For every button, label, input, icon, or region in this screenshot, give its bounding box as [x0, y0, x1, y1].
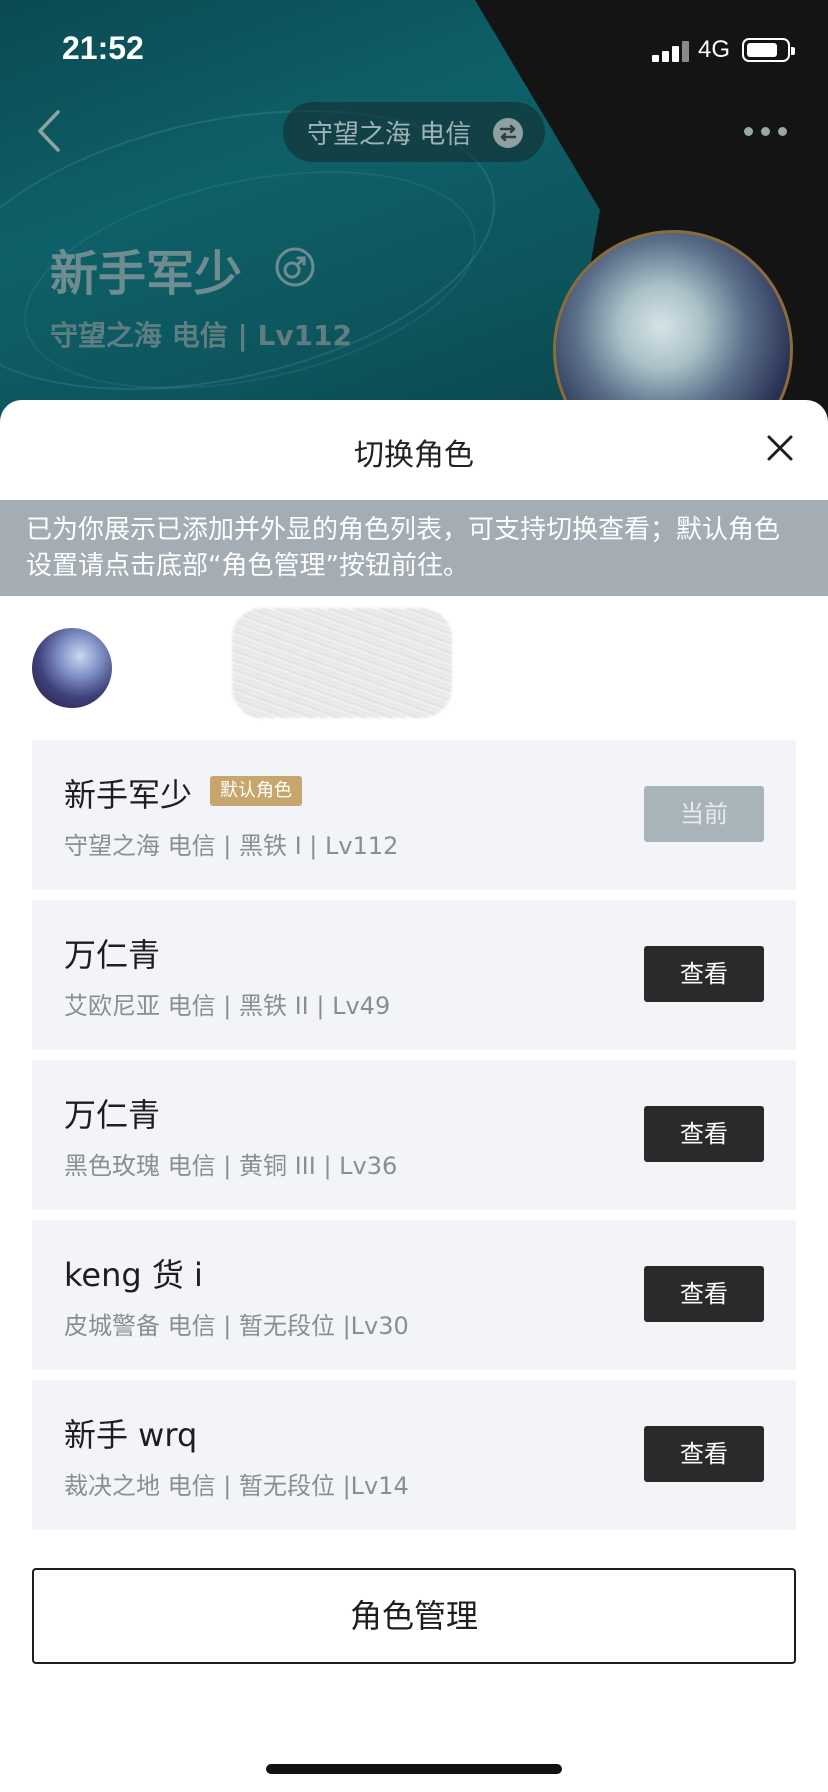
role-name: 万仁青: [64, 936, 161, 974]
role-details: 艾欧尼亚 电信 | 黑铁 II | Lv49: [64, 992, 391, 1020]
account-row: [32, 608, 792, 718]
default-role-badge: 默认角色: [210, 776, 302, 806]
profile-header: 21:52 4G 守望之海 电信 新手军少 守望之海 电信 | Lv112: [0, 0, 828, 440]
swap-icon: [493, 118, 523, 148]
sheet-title: 切换角色: [354, 438, 474, 473]
role-card: 新手 wrq 裁决之地 电信 | 暂无段位 |Lv14 查看: [32, 1380, 796, 1530]
role-details: 裁决之地 电信 | 暂无段位 |Lv14: [64, 1472, 409, 1500]
battery-icon: [742, 38, 795, 62]
role-card: 万仁青 艾欧尼亚 电信 | 黑铁 II | Lv49 查看: [32, 900, 796, 1050]
role-card: 新手军少 默认角色 守望之海 电信 | 黑铁 I | Lv112 当前: [32, 740, 796, 890]
switch-role-sheet: 切换角色 已为你展示已添加并外显的角色列表，可支持切换查看；默认角色设置请点击底…: [0, 400, 828, 1792]
signal-icon: [652, 40, 690, 62]
role-name: 万仁青: [64, 1096, 161, 1134]
role-card: 万仁青 黑色玫瑰 电信 | 黄铜 III | Lv36 查看: [32, 1060, 796, 1210]
role-name: 新手军少: [64, 776, 193, 814]
view-role-button[interactable]: 查看: [644, 1426, 764, 1482]
role-list: 新手军少 默认角色 守望之海 电信 | 黑铁 I | Lv112 当前 万仁青 …: [32, 740, 796, 1540]
role-details: 守望之海 电信 | 黑铁 I | Lv112: [64, 832, 399, 860]
view-role-button[interactable]: 查看: [644, 1106, 764, 1162]
close-button[interactable]: [760, 428, 800, 468]
account-avatar: [32, 628, 112, 708]
network-type: 4G: [698, 36, 731, 63]
role-name: 新手 wrq: [64, 1416, 198, 1454]
role-details: 黑色玫瑰 电信 | 黄铜 III | Lv36: [64, 1152, 398, 1180]
more-button[interactable]: [744, 124, 788, 140]
role-card: keng 货 i 皮城警备 电信 | 暂无段位 |Lv30 查看: [32, 1220, 796, 1370]
view-role-button[interactable]: 查看: [644, 1266, 764, 1322]
status-bar: 21:52 4G: [0, 0, 828, 100]
server-label: 守望之海 电信: [307, 119, 472, 150]
server-switch-pill[interactable]: 守望之海 电信: [283, 102, 545, 162]
view-role-button[interactable]: 查看: [644, 946, 764, 1002]
home-indicator: [266, 1764, 562, 1774]
player-name: 新手军少: [50, 246, 243, 302]
role-name: keng 货 i: [64, 1256, 203, 1294]
redacted-account-name: [232, 608, 452, 718]
male-icon: [275, 247, 315, 287]
chevron-left-icon: [38, 110, 60, 152]
role-management-button[interactable]: 角色管理: [32, 1568, 796, 1664]
close-icon: [767, 435, 793, 461]
more-icon: [744, 127, 753, 136]
status-time: 21:52: [62, 30, 144, 66]
player-server-level: 守望之海 电信 | Lv112: [50, 319, 353, 352]
role-details: 皮城警备 电信 | 暂无段位 |Lv30: [64, 1312, 409, 1340]
back-button[interactable]: [30, 106, 70, 156]
current-role-button[interactable]: 当前: [644, 786, 764, 842]
notice-banner: 已为你展示已添加并外显的角色列表，可支持切换查看；默认角色设置请点击底部“角色管…: [0, 500, 828, 596]
